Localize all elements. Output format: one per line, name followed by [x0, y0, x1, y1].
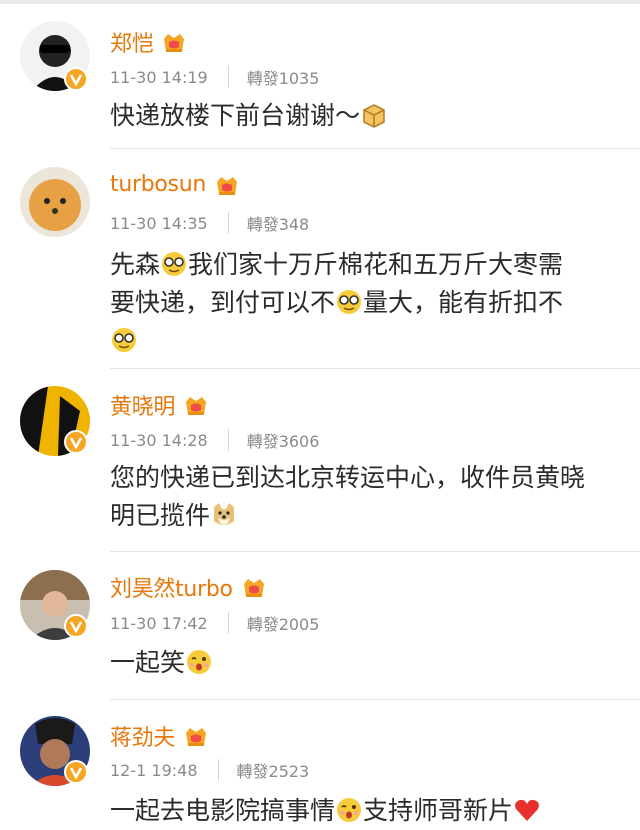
username[interactable]: 刘昊然turbo — [110, 571, 233, 603]
comment-text: 您的快递已到达北京转运中心，收件员黄晓 明已揽件 — [110, 459, 610, 535]
heart-emoji — [515, 799, 539, 821]
comment-text: 快递放楼下前台谢谢～ — [110, 97, 610, 135]
vip-crown-icon — [186, 728, 207, 746]
verified-badge-icon — [64, 67, 88, 91]
timestamp: 11-30 17:42 — [110, 613, 208, 633]
wink-emoji — [187, 650, 212, 674]
nerd-emoji — [337, 290, 362, 314]
username[interactable]: 郑恺 — [110, 26, 154, 58]
wink-emoji — [337, 798, 362, 822]
name-row: 郑恺 — [110, 26, 187, 58]
meta-row: 11-30 14:35 轉發348 — [110, 211, 309, 235]
text-segment: 先森 — [110, 250, 161, 279]
meta-row: 11-30 14:28 轉發3606 — [110, 428, 319, 452]
comment-item: 黄晓明 11-30 14:28 轉發3606 您的快递已到达北京转运中心，收件员… — [0, 369, 640, 552]
meta-separator — [227, 212, 229, 234]
text-segment: 快递放楼下前台谢谢～ — [110, 101, 361, 130]
repost-count[interactable]: 轉發3606 — [247, 428, 320, 452]
timestamp: 11-30 14:28 — [110, 430, 208, 450]
verified-badge-icon — [64, 614, 88, 638]
name-row: 蒋劲夫 — [110, 720, 209, 752]
repost-count[interactable]: 轉發1035 — [247, 65, 320, 89]
meta-row: 11-30 17:42 轉發2005 — [110, 611, 319, 635]
vip-crown-icon — [164, 34, 185, 52]
vip-crown-icon — [243, 579, 264, 597]
comment-text: 一起去电影院搞事情 支持师哥新片 — [110, 792, 610, 830]
doge-emoji — [214, 503, 235, 525]
meta-separator — [227, 66, 229, 88]
text-segment: 明已揽件 — [110, 501, 211, 530]
repost-count[interactable]: 轉發2005 — [247, 611, 320, 635]
name-row: 黄晓明 — [110, 389, 209, 421]
username[interactable]: turbosun — [110, 172, 206, 197]
verified-badge-icon — [64, 430, 88, 454]
comment-item: 刘昊然turbo 11-30 17:42 轉發2005 一起笑 — [0, 552, 640, 700]
comment-item: turbosun 11-30 14:35 轉發348 先森 我们家十万斤棉花和五万… — [0, 149, 640, 369]
name-row: turbosun — [110, 172, 240, 197]
nerd-emoji — [162, 252, 187, 276]
text-segment: 一起笑 — [110, 648, 186, 677]
timestamp: 11-30 14:19 — [110, 67, 208, 87]
text-segment: 量大，能有折扣不 — [363, 288, 564, 317]
vip-crown-icon — [217, 176, 237, 195]
username[interactable]: 蒋劲夫 — [110, 720, 175, 752]
vip-crown-icon — [186, 397, 207, 415]
timestamp: 11-30 14:35 — [110, 213, 208, 233]
comment-text: 先森 我们家十万斤棉花和五万斤大枣需 要快递，到付可以不 量大，能有折扣不 — [110, 246, 610, 360]
username[interactable]: 黄晓明 — [110, 389, 175, 421]
text-segment: 您的快递已到达北京转运中心，收件员黄晓 — [110, 463, 586, 492]
comment-item: 郑恺 11-30 14:19 轉發1035 快递放楼下前台谢谢～ — [0, 4, 640, 149]
meta-row: 12-1 19:48 轉發2523 — [110, 758, 309, 782]
meta-separator — [217, 759, 219, 781]
timestamp: 12-1 19:48 — [110, 760, 198, 780]
meta-row: 11-30 14:19 轉發1035 — [110, 65, 319, 89]
box-emoji — [363, 104, 385, 128]
repost-count[interactable]: 轉發348 — [247, 211, 310, 235]
nerd-emoji — [112, 328, 136, 352]
avatar[interactable] — [20, 167, 90, 237]
verified-badge-icon — [64, 760, 88, 784]
comment-text: 一起笑 — [110, 644, 610, 682]
name-row: 刘昊然turbo — [110, 571, 267, 603]
meta-separator — [227, 612, 229, 634]
text-segment: 要快递，到付可以不 — [110, 288, 336, 317]
comment-item: 蒋劲夫 12-1 19:48 轉發2523 一起去电影院搞事情 支持师哥新片 — [0, 700, 640, 825]
meta-separator — [227, 429, 229, 451]
repost-count[interactable]: 轉發2523 — [237, 758, 310, 782]
text-segment: 我们家十万斤棉花和五万斤大枣需 — [188, 250, 564, 279]
